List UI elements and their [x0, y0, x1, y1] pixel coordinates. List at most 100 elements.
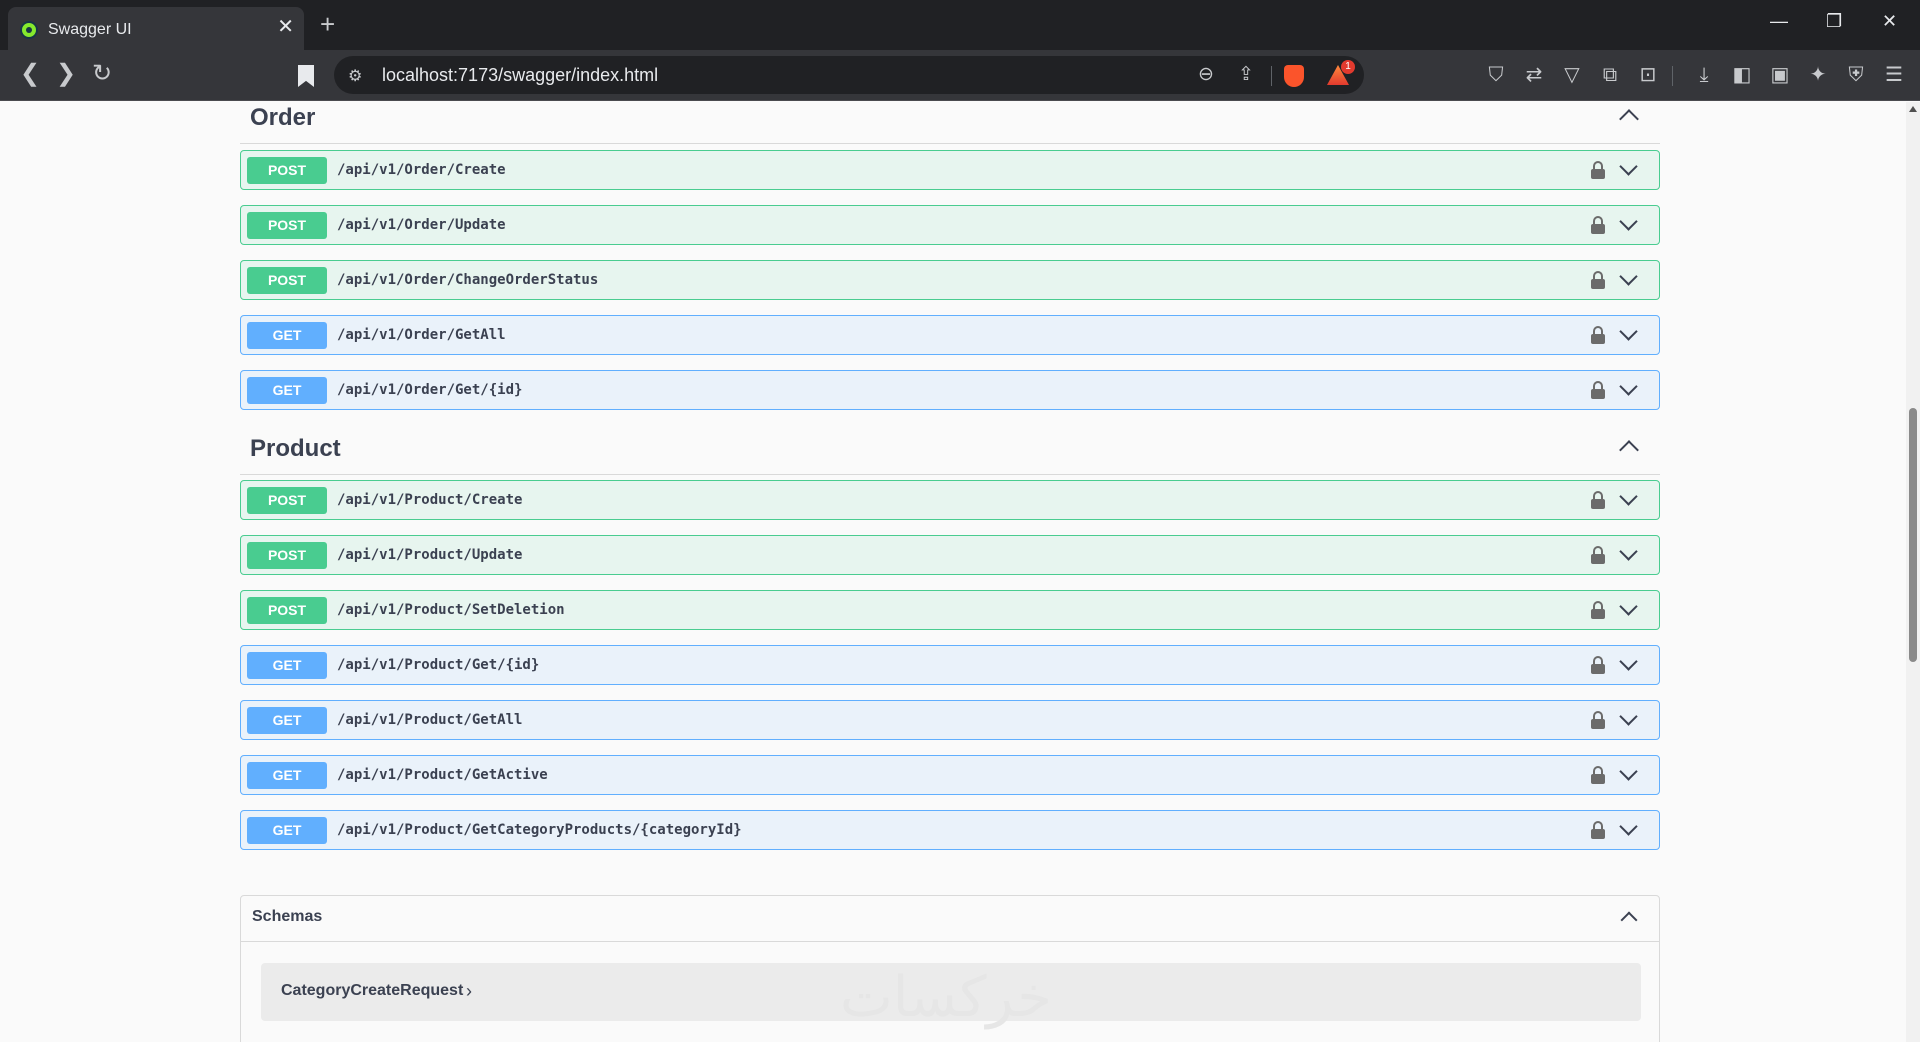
chevron-down-icon[interactable]	[1619, 707, 1638, 726]
screenshot-icon[interactable]: ⊡	[1636, 63, 1660, 87]
operation-product-create[interactable]: POST /api/v1/Product/Create	[240, 480, 1660, 520]
method-badge: POST	[247, 542, 327, 569]
chevron-down-icon[interactable]	[1619, 762, 1638, 781]
vpn-icon[interactable]: ⛨	[1844, 63, 1868, 87]
lock-icon[interactable]	[1591, 711, 1605, 729]
extensions-icon[interactable]: ⧉	[1598, 63, 1622, 87]
filter-extension-icon[interactable]: ▽	[1560, 63, 1584, 87]
chevron-down-icon[interactable]	[1619, 377, 1638, 396]
chevron-right-icon[interactable]: ›	[466, 982, 472, 1000]
downloads-icon[interactable]: ⤓	[1692, 63, 1716, 87]
close-tab-icon[interactable]: ✕	[277, 17, 294, 37]
wallet-icon[interactable]: ▣	[1768, 63, 1792, 87]
rewards-badge: 1	[1341, 60, 1355, 74]
chevron-up-icon[interactable]	[1620, 911, 1638, 929]
chevron-up-icon[interactable]	[1619, 109, 1639, 129]
forward-icon[interactable]: ❯	[56, 62, 76, 86]
page-scrollbar[interactable]	[1906, 102, 1920, 1042]
operation-order-get-by-id[interactable]: GET /api/v1/Order/Get/{id}	[240, 370, 1660, 410]
lock-icon[interactable]	[1591, 821, 1605, 839]
minimize-button[interactable]: —	[1770, 12, 1788, 30]
operation-product-get-category-products[interactable]: GET /api/v1/Product/GetCategoryProducts/…	[240, 810, 1660, 850]
back-icon[interactable]: ❮	[20, 62, 40, 86]
chevron-down-icon[interactable]	[1619, 267, 1638, 286]
sidebar-icon[interactable]: ◧	[1730, 63, 1754, 87]
restore-button[interactable]: ❐	[1826, 12, 1842, 30]
method-badge: GET	[247, 652, 327, 679]
operation-product-set-deletion[interactable]: POST /api/v1/Product/SetDeletion	[240, 590, 1660, 630]
url-text[interactable]: localhost:7173/swagger/index.html	[382, 65, 658, 86]
method-badge: GET	[247, 322, 327, 349]
tag-header-product[interactable]: Product	[240, 431, 1660, 475]
tag-title: Order	[250, 104, 316, 131]
operation-order-change-status[interactable]: POST /api/v1/Order/ChangeOrderStatus	[240, 260, 1660, 300]
lock-icon[interactable]	[1591, 326, 1605, 344]
bookmark-icon[interactable]	[298, 65, 314, 87]
reload-icon[interactable]: ↻	[92, 62, 112, 86]
tab-swagger-ui[interactable]: Swagger UI ✕	[8, 7, 304, 50]
operation-path: /api/v1/Product/GetActive	[337, 767, 548, 783]
operation-path: /api/v1/Product/SetDeletion	[337, 602, 565, 618]
method-badge: GET	[247, 817, 327, 844]
chevron-down-icon[interactable]	[1619, 322, 1638, 341]
menu-icon[interactable]: ☰	[1882, 63, 1906, 87]
translate-extension-icon[interactable]: ⇄	[1522, 63, 1546, 87]
operation-product-update[interactable]: POST /api/v1/Product/Update	[240, 535, 1660, 575]
lock-icon[interactable]	[1591, 546, 1605, 564]
divider	[1672, 66, 1673, 86]
chevron-down-icon[interactable]	[1619, 597, 1638, 616]
method-badge: POST	[247, 157, 327, 184]
scroll-thumb[interactable]	[1909, 408, 1917, 662]
tab-title: Swagger UI	[48, 21, 132, 38]
method-badge: POST	[247, 267, 327, 294]
watermark: خرکسات	[840, 965, 1052, 1030]
leo-icon[interactable]: ✦	[1806, 63, 1830, 87]
operation-path: /api/v1/Order/Update	[337, 217, 506, 233]
operation-order-getall[interactable]: GET /api/v1/Order/GetAll	[240, 315, 1660, 355]
lock-icon[interactable]	[1591, 271, 1605, 289]
chevron-down-icon[interactable]	[1619, 157, 1638, 176]
divider	[1271, 66, 1272, 86]
operation-product-get-by-id[interactable]: GET /api/v1/Product/Get/{id}	[240, 645, 1660, 685]
operation-order-update[interactable]: POST /api/v1/Order/Update	[240, 205, 1660, 245]
swagger-page: Order POST /api/v1/Order/Create POST /ap…	[0, 102, 1906, 1042]
share-icon[interactable]: ⇪	[1238, 64, 1254, 86]
operation-path: /api/v1/Order/Create	[337, 162, 506, 178]
operation-product-getall[interactable]: GET /api/v1/Product/GetAll	[240, 700, 1660, 740]
operation-product-getactive[interactable]: GET /api/v1/Product/GetActive	[240, 755, 1660, 795]
operation-path: /api/v1/Product/Update	[337, 547, 523, 563]
scroll-up-arrow-icon[interactable]	[1909, 106, 1917, 112]
lock-icon[interactable]	[1591, 216, 1605, 234]
method-badge: POST	[247, 597, 327, 624]
operation-path: /api/v1/Product/GetAll	[337, 712, 523, 728]
lock-icon[interactable]	[1591, 656, 1605, 674]
lock-icon[interactable]	[1591, 491, 1605, 509]
chevron-down-icon[interactable]	[1619, 212, 1638, 231]
browser-toolbar: ❮ ❯ ↻ ⚙ localhost:7173/swagger/index.htm…	[0, 50, 1920, 101]
operation-order-create[interactable]: POST /api/v1/Order/Create	[240, 150, 1660, 190]
chevron-down-icon[interactable]	[1619, 487, 1638, 506]
method-badge: GET	[247, 377, 327, 404]
tag-title: Product	[250, 435, 341, 462]
close-window-button[interactable]: ✕	[1882, 12, 1897, 30]
schemas-header[interactable]: Schemas	[241, 896, 1659, 942]
schemas-title: Schemas	[252, 908, 323, 925]
method-badge: POST	[247, 212, 327, 239]
lock-icon[interactable]	[1591, 161, 1605, 179]
lock-icon[interactable]	[1591, 766, 1605, 784]
vpn-extension-icon[interactable]: ⛉	[1484, 63, 1508, 87]
chevron-down-icon[interactable]	[1619, 652, 1638, 671]
address-bar[interactable]: ⚙ localhost:7173/swagger/index.html ⊖ ⇪ …	[334, 56, 1364, 94]
brave-shields-icon[interactable]	[1284, 65, 1304, 87]
chevron-down-icon[interactable]	[1619, 817, 1638, 836]
new-tab-button[interactable]: +	[320, 11, 335, 37]
site-info-icon[interactable]: ⚙	[348, 66, 362, 86]
zoom-icon[interactable]: ⊖	[1198, 64, 1214, 86]
tag-header-order[interactable]: Order	[240, 102, 1660, 144]
chevron-up-icon[interactable]	[1619, 440, 1639, 460]
swagger-favicon-icon	[20, 21, 38, 39]
lock-icon[interactable]	[1591, 601, 1605, 619]
chevron-down-icon[interactable]	[1619, 542, 1638, 561]
operation-path: /api/v1/Product/Create	[337, 492, 523, 508]
lock-icon[interactable]	[1591, 381, 1605, 399]
